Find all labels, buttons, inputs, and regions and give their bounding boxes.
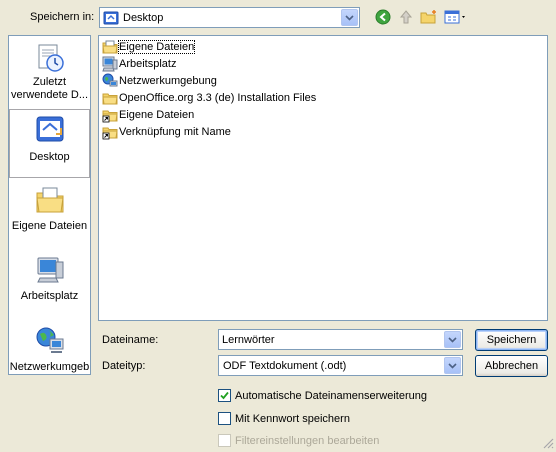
view-menu-button[interactable] — [443, 8, 469, 28]
file-name: OpenOffice.org 3.3 (de) Installation Fil… — [119, 92, 317, 104]
filetype-select[interactable]: ODF Textdokument (.odt) — [218, 355, 463, 376]
file-list[interactable]: Eigene Dateien Arbeitsplatz Netzwerkumge… — [98, 35, 548, 321]
place-my-computer-label: Arbeitsplatz — [20, 290, 79, 302]
chevron-down-icon[interactable] — [341, 9, 358, 26]
filter-settings-label: Filtereinstellungen bearbeiten — [235, 434, 380, 447]
place-network-label: Netzwerkumgeb — [9, 361, 90, 373]
my-computer-icon — [34, 254, 66, 286]
desktop-icon — [34, 114, 66, 146]
desktop-small-icon — [103, 10, 119, 26]
place-desktop-label: Desktop — [29, 151, 70, 163]
auto-extension-checkbox[interactable] — [218, 389, 231, 402]
filename-input[interactable] — [219, 331, 444, 348]
new-folder-button[interactable] — [418, 8, 440, 28]
network-icon — [102, 73, 118, 89]
filter-settings-checkbox — [218, 434, 231, 447]
list-item[interactable]: Netzwerkumgebung — [102, 73, 217, 89]
recent-documents-icon — [34, 42, 66, 74]
shortcut-icon — [102, 124, 118, 140]
back-button[interactable] — [372, 8, 394, 28]
file-name: Eigene Dateien — [119, 109, 195, 121]
checkmark-icon — [220, 391, 229, 400]
resize-grip-icon[interactable] — [541, 436, 554, 449]
place-network[interactable]: Netzwerkumgeb — [9, 325, 90, 375]
auto-extension-option[interactable]: Automatische Dateinamenserweiterung — [218, 389, 427, 402]
location-value: Desktop — [123, 11, 164, 24]
back-icon — [375, 9, 391, 28]
filetype-value: ODF Textdokument (.odt) — [223, 359, 347, 372]
up-folder-button[interactable] — [395, 8, 417, 28]
file-name: Eigene Dateien — [117, 40, 196, 54]
folder-icon — [102, 90, 118, 106]
file-name: Netzwerkumgebung — [119, 75, 217, 87]
list-item[interactable]: Eigene Dateien — [102, 39, 196, 55]
computer-icon — [102, 56, 118, 72]
up-folder-icon — [398, 9, 414, 28]
filename-label: Dateiname: — [102, 334, 159, 346]
place-desktop[interactable]: Desktop — [9, 109, 90, 178]
shortcut-icon — [102, 107, 118, 123]
places-bar: Zuletzt verwendete D... Desktop Eigene D… — [8, 35, 91, 375]
place-recent-label-1: Zuletzt — [32, 76, 66, 88]
cancel-button[interactable]: Abbrechen — [475, 355, 548, 377]
password-checkbox[interactable] — [218, 412, 231, 425]
list-item[interactable]: Arbeitsplatz — [102, 56, 176, 72]
file-name: Verknüpfung mit Name — [119, 126, 231, 138]
my-documents-icon — [34, 184, 66, 216]
save-in-label: Speichern in: — [30, 11, 95, 23]
filename-combobox[interactable] — [218, 329, 463, 350]
folder-icon — [102, 39, 118, 55]
password-option[interactable]: Mit Kennwort speichern — [218, 412, 350, 425]
list-item[interactable]: Eigene Dateien — [102, 107, 194, 123]
view-menu-icon — [444, 9, 468, 28]
place-my-computer[interactable]: Arbeitsplatz — [9, 254, 90, 306]
list-item[interactable]: Verknüpfung mit Name — [102, 124, 231, 140]
location-combobox[interactable]: Desktop — [99, 7, 360, 28]
place-my-documents[interactable]: Eigene Dateien — [9, 184, 90, 236]
place-my-documents-label: Eigene Dateien — [11, 220, 88, 232]
chevron-down-icon[interactable] — [444, 357, 461, 374]
list-item[interactable]: OpenOffice.org 3.3 (de) Installation Fil… — [102, 90, 316, 106]
save-button[interactable]: Speichern — [475, 329, 548, 351]
auto-extension-label: Automatische Dateinamenserweiterung — [235, 389, 427, 402]
chevron-down-icon[interactable] — [444, 331, 461, 348]
place-recent[interactable]: Zuletzt verwendete D... — [9, 40, 90, 106]
password-label: Mit Kennwort speichern — [235, 412, 350, 425]
network-icon — [34, 325, 66, 357]
place-recent-label-2: verwendete D... — [10, 89, 89, 101]
filetype-label: Dateityp: — [102, 360, 146, 372]
filter-settings-option: Filtereinstellungen bearbeiten — [218, 434, 379, 447]
file-name: Arbeitsplatz — [119, 58, 177, 70]
new-folder-icon — [420, 9, 438, 28]
